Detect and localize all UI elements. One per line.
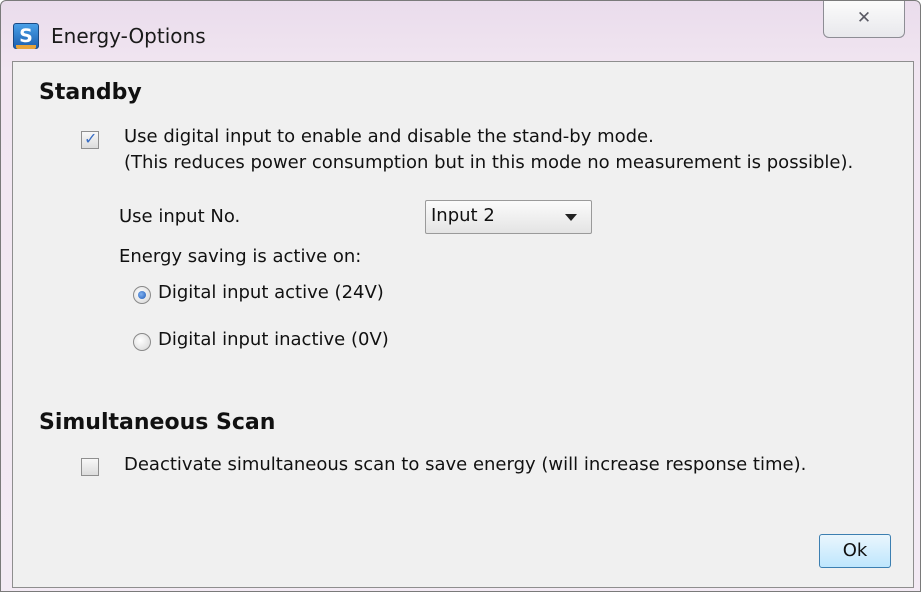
simultaneous-scan-heading: Simultaneous Scan	[39, 410, 276, 435]
use-input-label: Use input No.	[119, 206, 241, 227]
standby-checkbox[interactable]: ✓	[81, 129, 99, 149]
standby-checkbox-label: Use digital input to enable and disable …	[124, 126, 654, 147]
input-number-select[interactable]: Input 2	[425, 200, 592, 234]
window-title: Energy-Options	[51, 24, 206, 48]
checkmark-icon: ✓	[84, 129, 98, 148]
close-button[interactable]: ✕	[823, 1, 905, 38]
energy-options-dialog: S Energy-Options ✕ Standby ✓ Use digital…	[0, 0, 921, 592]
radio-digital-inactive-label: Digital input inactive (0V)	[158, 329, 389, 350]
dialog-content: Standby ✓ Use digital input to enable an…	[12, 61, 914, 588]
simultaneous-scan-checkbox[interactable]	[81, 458, 99, 476]
simultaneous-scan-label: Deactivate simultaneous scan to save ene…	[124, 454, 807, 475]
energy-saving-label: Energy saving is active on:	[119, 246, 362, 267]
chevron-down-icon	[565, 214, 577, 221]
standby-heading: Standby	[39, 80, 142, 105]
standby-checkbox-note: (This reduces power consumption but in t…	[124, 152, 854, 173]
ok-button[interactable]: Ok	[819, 534, 891, 568]
radio-digital-active[interactable]	[133, 286, 151, 304]
radio-selected-dot-icon	[138, 291, 146, 299]
app-logo-icon: S	[13, 23, 39, 49]
radio-digital-inactive[interactable]	[133, 333, 151, 351]
title-bar[interactable]: S Energy-Options ✕	[1, 1, 920, 61]
input-number-value: Input 2	[431, 205, 495, 226]
radio-digital-active-label: Digital input active (24V)	[158, 282, 384, 303]
close-icon: ✕	[856, 8, 872, 28]
